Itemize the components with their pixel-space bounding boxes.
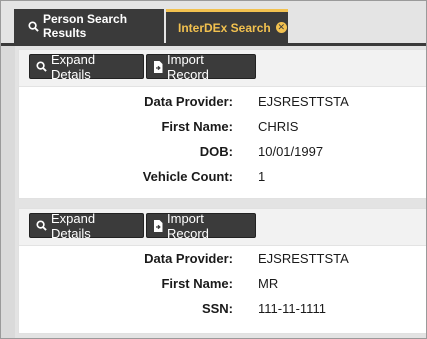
field-row-first-name: First Name: MR [19,276,426,296]
left-rail [1,46,15,338]
file-import-icon [153,60,163,73]
search-icon [36,61,47,72]
tab-label: InterDEx Search [178,20,271,35]
field-row-dob: DOB: 10/01/1997 [19,144,426,164]
import-record-button[interactable]: Import Record [146,210,256,241]
field-value: MR [258,276,279,291]
field-label: Data Provider: [144,94,233,109]
field-label: First Name: [161,276,233,291]
import-record-label: Import Record [167,51,209,82]
record-toolbar: Expand Details Import Record [19,209,426,246]
field-label: SSN: [201,301,233,316]
field-value: EJSRESTTSTA [258,251,349,266]
field-row-data-provider: Data Provider: EJSRESTTSTA [19,94,426,114]
field-row-vehicle-count: Vehicle Count: 1 [19,169,426,189]
record-card: Expand Details Import Record Data Provid… [18,208,426,334]
expand-details-button[interactable]: Expand Details [29,51,144,82]
field-row-ssn: SSN: 111-11-1111 [19,301,426,321]
field-label: First Name: [161,119,233,134]
field-value: 10/01/1997 [258,144,324,159]
record-toolbar: Expand Details Import Record [19,50,426,87]
tab-label: Person Search Results [43,12,128,40]
import-record-label: Import Record [167,210,209,241]
expand-details-label: Expand Details [51,210,96,241]
search-icon [28,20,39,32]
tab-underline [1,43,426,46]
field-value: CHRIS [258,119,299,134]
expand-details-button[interactable]: Expand Details [29,210,144,241]
record-card: Expand Details Import Record Data Provid… [18,49,426,199]
field-label: DOB: [199,144,233,159]
tab-interdex-search[interactable]: InterDEx Search ✕ [166,9,288,43]
field-value: 1 [258,169,266,184]
field-row-first-name: First Name: CHRIS [19,119,426,139]
results-window: Person Search Results InterDEx Search ✕ … [0,0,427,339]
field-row-data-provider: Data Provider: EJSRESTTSTA [19,251,426,271]
field-label: Vehicle Count: [142,169,233,184]
field-label: Data Provider: [144,251,233,266]
import-record-button[interactable]: Import Record [146,51,256,82]
tab-person-search-results[interactable]: Person Search Results [14,9,164,43]
search-icon [36,220,47,231]
tab-bar: Person Search Results InterDEx Search ✕ [1,1,426,43]
field-value: EJSRESTTSTA [258,94,349,109]
file-import-icon [153,219,163,232]
expand-details-label: Expand Details [51,51,96,82]
close-circle-icon[interactable]: ✕ [275,22,287,33]
field-value: 111-11-1111 [258,301,326,316]
